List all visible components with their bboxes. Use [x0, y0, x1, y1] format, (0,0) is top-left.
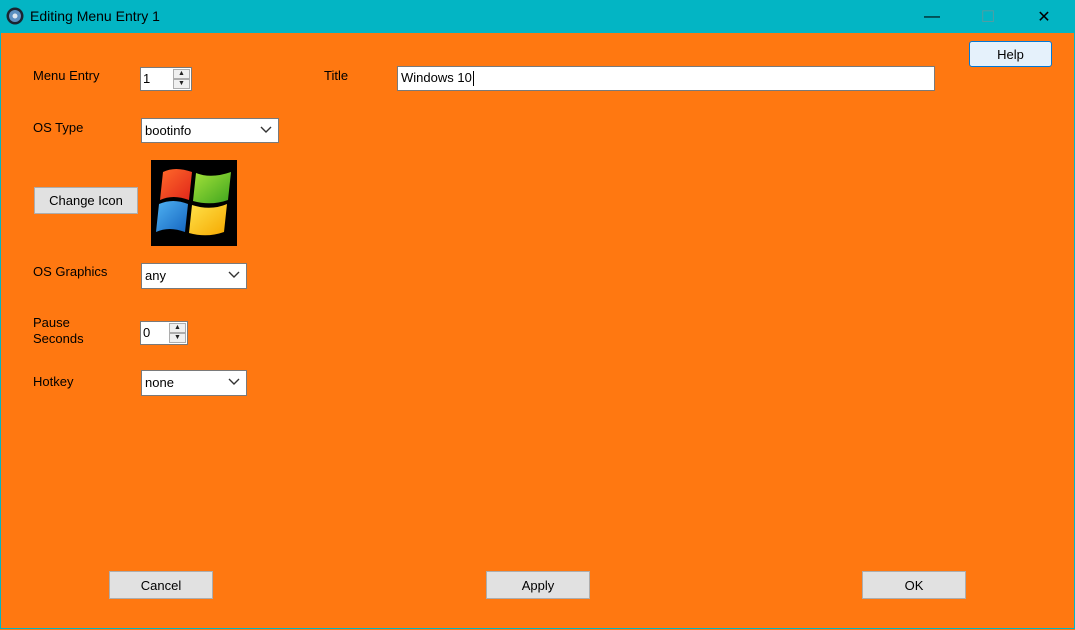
os-graphics-value: any — [145, 268, 166, 283]
title-bar: Editing Menu Entry 1 — ☐ ✕ — [0, 0, 1075, 33]
app-disc-icon — [6, 7, 24, 25]
stepper-up-icon[interactable]: ▲ — [173, 69, 190, 79]
pause-seconds-value: 0 — [143, 325, 151, 340]
close-button[interactable]: ✕ — [1021, 0, 1067, 33]
maximize-button[interactable]: ☐ — [965, 0, 1011, 33]
chevron-down-icon — [228, 271, 240, 278]
minimize-button[interactable]: — — [909, 0, 955, 33]
stepper-down-icon[interactable]: ▼ — [169, 333, 186, 343]
chevron-down-icon — [228, 378, 240, 385]
hotkey-value: none — [145, 375, 174, 390]
title-label: Title — [324, 68, 349, 83]
change-icon-button[interactable]: Change Icon — [34, 187, 138, 214]
pause-label-line1: Pause — [33, 315, 70, 330]
ok-button[interactable]: OK — [862, 571, 966, 599]
dialog-client-area: Help Menu Entry 1 ▲ ▼ Title Windows 10 O… — [0, 33, 1075, 629]
pause-seconds-stepper[interactable]: 0 ▲ ▼ — [140, 321, 188, 345]
stepper-up-icon[interactable]: ▲ — [169, 323, 186, 333]
window-title: Editing Menu Entry 1 — [30, 8, 160, 24]
stepper-down-icon[interactable]: ▼ — [173, 79, 190, 89]
text-caret — [472, 71, 474, 87]
hotkey-select[interactable]: none — [141, 370, 247, 396]
os-type-value: bootinfo — [145, 123, 192, 138]
os-type-label: OS Type — [33, 120, 84, 135]
cancel-button[interactable]: Cancel — [109, 571, 213, 599]
menu-entry-label: Menu Entry — [33, 68, 100, 83]
os-graphics-select[interactable]: any — [141, 263, 247, 289]
os-type-select[interactable]: bootinfo — [141, 118, 279, 143]
title-input[interactable]: Windows 10 — [397, 66, 935, 91]
apply-button[interactable]: Apply — [486, 571, 590, 599]
pause-label-line2: Seconds — [33, 331, 84, 346]
help-button[interactable]: Help — [969, 41, 1052, 67]
os-graphics-label: OS Graphics — [33, 264, 108, 279]
hotkey-label: Hotkey — [33, 374, 74, 389]
menu-entry-value: 1 — [143, 71, 151, 86]
menu-entry-stepper[interactable]: 1 ▲ ▼ — [140, 67, 192, 91]
chevron-down-icon — [260, 126, 272, 133]
title-input-value: Windows 10 — [401, 70, 472, 85]
windows-logo-icon — [151, 160, 237, 246]
